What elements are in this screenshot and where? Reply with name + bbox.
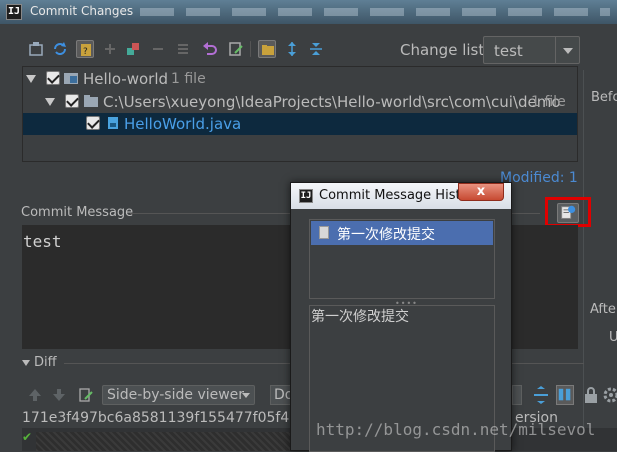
expand-all-icon[interactable] — [283, 40, 301, 58]
diff-hatched-area — [36, 432, 306, 451]
checkmark-icon: ✔ — [22, 430, 33, 444]
svg-text:?: ? — [83, 47, 88, 57]
watermark-text: http://blog.csdn.net/milsevol — [316, 420, 596, 439]
after-commit-label: Afte — [590, 302, 616, 317]
edit-icon[interactable] — [78, 386, 94, 404]
chevron-down-icon[interactable] — [242, 393, 250, 398]
folder-group-icon[interactable] — [258, 40, 276, 58]
include-checkbox[interactable] — [65, 94, 79, 108]
lock-icon[interactable] — [582, 385, 600, 405]
whitespace-select[interactable]: Do — [270, 385, 293, 405]
rollback-icon[interactable] — [201, 40, 219, 58]
add-icon[interactable] — [101, 40, 119, 58]
collapse-all-icon[interactable] — [307, 40, 325, 58]
diff-icon[interactable] — [27, 40, 45, 58]
refresh-icon[interactable] — [51, 40, 69, 58]
history-icon[interactable] — [557, 203, 579, 223]
window-title-bar: IJ Commit Changes — [0, 0, 617, 24]
tree-file-label: HelloWorld.java — [124, 115, 242, 133]
popup-title-bar[interactable]: IJ Commit Message Hist... x — [291, 183, 511, 209]
list-item[interactable]: 第一次修改提交 — [311, 221, 493, 245]
toolbar-separator — [250, 41, 251, 57]
tree-row-folder[interactable]: C:\Users\xueyong\IdeaProjects\Hello-worl… — [23, 91, 577, 113]
include-checkbox[interactable] — [46, 71, 60, 85]
settings-gear-icon[interactable] — [602, 385, 617, 405]
popup-title: Commit Message Hist... — [319, 188, 473, 203]
viewer-mode-value: Side-by-side viewer — [107, 387, 245, 403]
window-title: Commit Changes — [30, 4, 134, 18]
arrow-down-icon[interactable] — [52, 387, 66, 403]
side-by-side-icon[interactable] — [556, 385, 574, 405]
revision-hash: 171e3f497bc6a8581139f155477f05f456c — [22, 410, 315, 426]
group-by-icon[interactable]: ? — [76, 40, 94, 58]
tree-folder-label: C:\Users\xueyong\IdeaProjects\Hello-worl… — [103, 93, 561, 111]
arrow-up-icon[interactable] — [28, 387, 42, 403]
upload-option-label: U — [609, 330, 617, 345]
java-file-icon — [108, 117, 118, 129]
tree-row-module[interactable]: Hello-world 1 file — [23, 68, 577, 90]
app-icon: IJ — [6, 4, 22, 20]
tree-row-file[interactable]: HelloWorld.java — [23, 113, 577, 135]
changelist-label: Change list: — [400, 41, 490, 59]
tree-folder-count: 1 file — [531, 94, 566, 110]
chevron-down-icon[interactable] — [555, 37, 579, 63]
select-arrow[interactable] — [512, 385, 522, 405]
edit-source-icon[interactable] — [227, 40, 245, 58]
module-icon — [64, 73, 78, 84]
sync-scroll-icon[interactable] — [532, 385, 550, 405]
commit-message-text: test — [23, 232, 62, 251]
blurred-menu-bar — [140, 8, 610, 16]
include-checkbox[interactable] — [86, 116, 100, 130]
document-icon — [319, 226, 329, 239]
changes-tree[interactable]: Hello-world 1 file C:\Users\xueyong\Idea… — [22, 66, 578, 162]
commit-message-label: Commit Message — [21, 205, 134, 220]
delete-icon[interactable] — [149, 40, 167, 58]
before-commit-label: Befo — [591, 90, 617, 105]
tree-module-label: Hello-world — [83, 70, 169, 88]
collapse-triangle-icon[interactable] — [22, 360, 30, 366]
app-icon: IJ — [299, 189, 313, 203]
history-preview-text: 第一次修改提交 — [311, 309, 409, 325]
commit-history-popup[interactable]: IJ Commit Message Hist... x 第一次修改提交 ••••… — [290, 182, 512, 452]
expand-triangle-icon[interactable] — [45, 98, 55, 106]
show-diff-icon[interactable] — [174, 40, 192, 58]
expand-triangle-icon[interactable] — [26, 75, 36, 83]
diff-section-label: Diff — [34, 355, 57, 370]
close-icon[interactable]: x — [458, 183, 504, 201]
history-item-label: 第一次修改提交 — [337, 227, 435, 243]
move-to-changelist-icon[interactable] — [124, 40, 142, 58]
history-list[interactable]: 第一次修改提交 — [309, 219, 495, 299]
commit-history-button[interactable] — [545, 197, 591, 227]
changelist-value: test — [494, 42, 523, 60]
viewer-mode-select[interactable]: Side-by-side viewer — [102, 385, 255, 405]
folder-icon — [84, 95, 98, 107]
changelist-select[interactable]: test — [483, 36, 580, 64]
tree-module-count: 1 file — [171, 71, 206, 87]
